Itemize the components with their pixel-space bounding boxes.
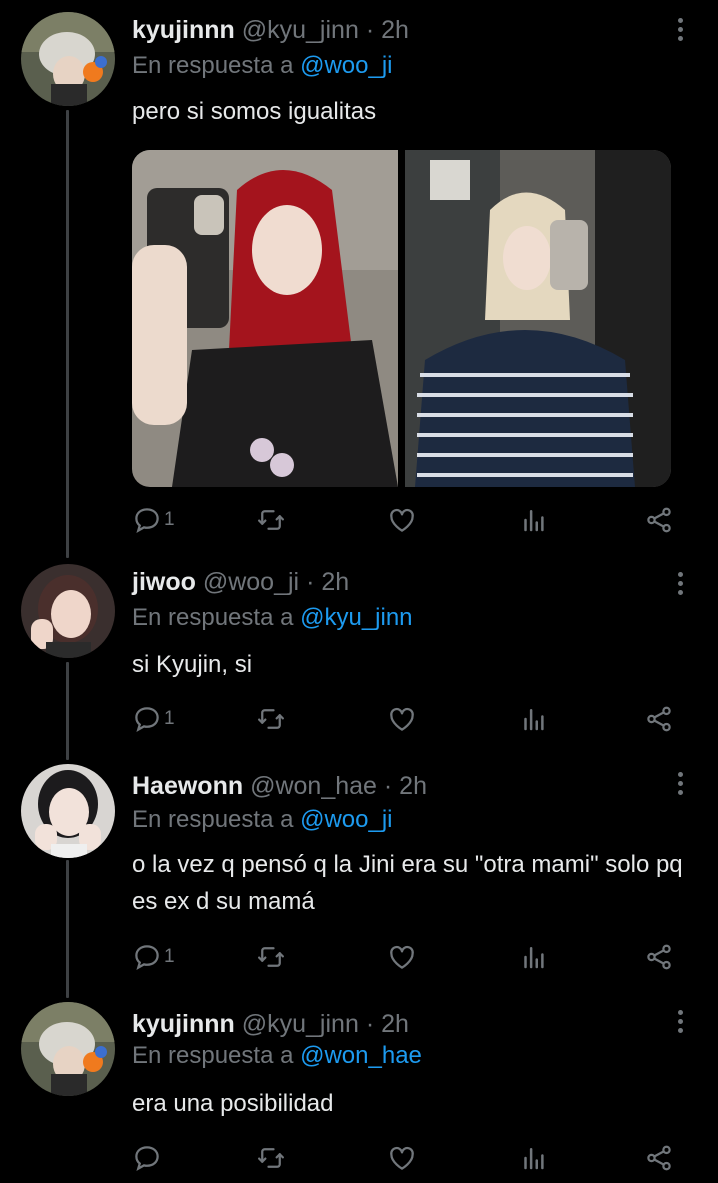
retweet-icon: [258, 947, 284, 967]
author-handle[interactable]: @kyu_jinn: [242, 1010, 359, 1038]
tweet[interactable]: Haewonn @won_hae · 2h En respuesta a @wo…: [0, 760, 718, 990]
separator: ·: [365, 16, 375, 44]
media-grid[interactable]: [132, 150, 671, 487]
reply-mention[interactable]: @won_hae: [300, 1042, 422, 1069]
reply-prefix: En respuesta a: [132, 806, 294, 833]
share-button[interactable]: [644, 940, 674, 974]
timestamp[interactable]: 2h: [381, 16, 409, 44]
more-icon[interactable]: [670, 18, 692, 46]
reply-count: 1: [164, 708, 175, 729]
tweet-text: era una posibilidad: [132, 1090, 334, 1117]
reply-prefix: En respuesta a: [132, 52, 294, 79]
views-icon: [524, 947, 544, 969]
views-icon: [524, 709, 544, 731]
views-button[interactable]: [518, 503, 548, 537]
timestamp[interactable]: 2h: [399, 772, 427, 800]
avatar[interactable]: [21, 564, 115, 658]
retweet-icon: [258, 709, 284, 729]
tweet[interactable]: kyujinnn @kyu_jinn · 2h En respuesta a @…: [0, 0, 718, 545]
reply-prefix: En respuesta a: [132, 1042, 294, 1069]
reply-prefix: En respuesta a: [132, 604, 294, 631]
photo-red-hair-mirror-selfie[interactable]: [132, 150, 398, 487]
tweet-text: pero si somos igualitas: [132, 98, 377, 125]
timestamp[interactable]: 2h: [381, 1010, 409, 1038]
reply-icon: [135, 1146, 159, 1171]
views-button[interactable]: [518, 702, 548, 736]
views-button[interactable]: [518, 1141, 548, 1175]
views-button[interactable]: [518, 940, 548, 974]
like-icon: [390, 508, 414, 532]
retweet-button[interactable]: [256, 702, 286, 736]
reply-button[interactable]: 1: [132, 940, 175, 974]
retweet-button[interactable]: [256, 940, 286, 974]
reply-button[interactable]: [132, 1141, 164, 1175]
like-icon: [390, 945, 414, 969]
author-name[interactable]: kyujinnn: [132, 1010, 235, 1038]
tweet[interactable]: jiwoo @woo_ji · 2h En respuesta a @kyu_j…: [0, 560, 718, 750]
more-icon[interactable]: [670, 1010, 692, 1038]
author-handle[interactable]: @kyu_jinn: [242, 16, 359, 44]
avatar[interactable]: [21, 1002, 115, 1096]
share-icon: [647, 1145, 671, 1171]
separator: ·: [365, 1010, 375, 1038]
author-handle[interactable]: @won_hae: [250, 772, 377, 800]
retweet-icon: [258, 510, 284, 530]
tweet-text: o la vez q pensó q la Jini era su "otra …: [132, 851, 683, 915]
reply-icon: [135, 707, 159, 732]
avatar[interactable]: [21, 12, 115, 106]
share-icon: [647, 507, 671, 533]
reply-icon: [135, 945, 159, 970]
separator: ·: [383, 772, 393, 800]
reply-mention[interactable]: @kyu_jinn: [300, 604, 412, 631]
like-icon: [390, 707, 414, 731]
more-icon[interactable]: [670, 772, 692, 800]
retweet-button[interactable]: [256, 503, 286, 537]
share-button[interactable]: [644, 702, 674, 736]
separator: ·: [306, 568, 315, 596]
views-icon: [524, 510, 544, 532]
timestamp[interactable]: 2h: [321, 568, 349, 596]
reply-button[interactable]: 1: [132, 503, 175, 537]
like-button[interactable]: [387, 503, 417, 537]
reply-mention[interactable]: @woo_ji: [300, 52, 392, 79]
share-icon: [647, 944, 671, 970]
reply-mention[interactable]: @woo_ji: [300, 806, 392, 833]
retweet-button[interactable]: [256, 1141, 286, 1175]
photo-blonde-striped-sweater-mirror-selfie[interactable]: [405, 150, 671, 487]
tweet[interactable]: kyujinnn @kyu_jinn · 2h En respuesta a @…: [0, 998, 718, 1183]
like-icon: [390, 1146, 414, 1170]
like-button[interactable]: [387, 702, 417, 736]
reply-button[interactable]: 1: [132, 702, 175, 736]
author-name[interactable]: jiwoo: [132, 568, 196, 596]
reply-icon: [135, 508, 159, 533]
reply-count: 1: [164, 946, 175, 967]
like-button[interactable]: [387, 940, 417, 974]
author-name[interactable]: Haewonn: [132, 772, 243, 800]
author-name[interactable]: kyujinnn: [132, 16, 235, 44]
author-handle[interactable]: @woo_ji: [203, 568, 299, 596]
share-icon: [647, 706, 671, 732]
like-button[interactable]: [387, 1141, 417, 1175]
reply-count: 1: [164, 509, 175, 530]
share-button[interactable]: [644, 1141, 674, 1175]
share-button[interactable]: [644, 503, 674, 537]
views-icon: [524, 1148, 544, 1170]
retweet-icon: [258, 1148, 284, 1168]
tweet-text: si Kyujin, si: [132, 651, 253, 678]
more-icon[interactable]: [670, 572, 692, 600]
avatar[interactable]: [21, 764, 115, 858]
